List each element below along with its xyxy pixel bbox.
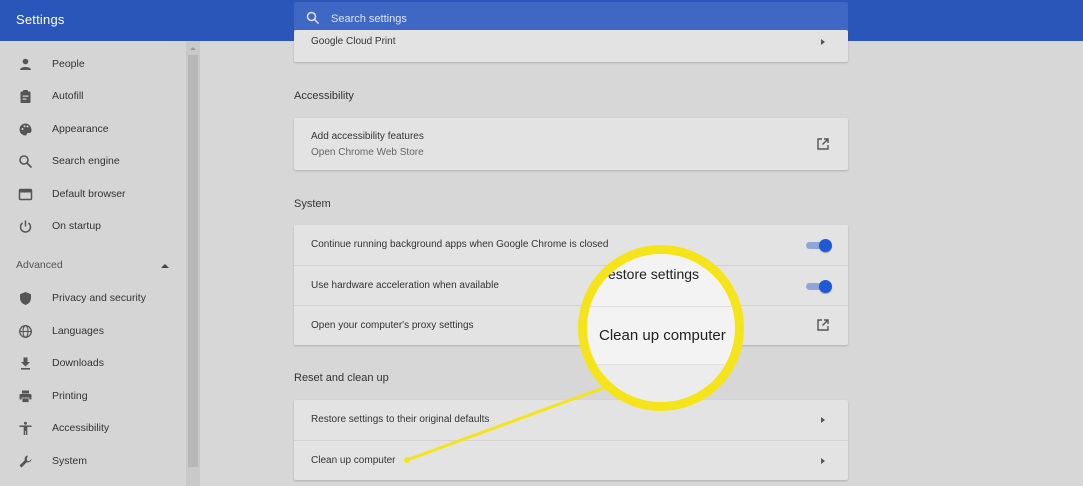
hardware-acceleration-row[interactable]: Use hardware acceleration when available: [294, 265, 848, 305]
open-external-icon[interactable]: [816, 137, 830, 151]
magnifier-divider: [587, 306, 735, 307]
sidebar-item-system[interactable]: System: [0, 447, 186, 475]
download-icon: [21, 357, 30, 370]
system-section-title: System: [294, 198, 331, 210]
magnifier-top-row: estore settings: [587, 254, 735, 304]
open-external-icon[interactable]: [816, 318, 830, 332]
toggle-knob: [819, 239, 832, 252]
sidebar-item-label: Privacy and security: [52, 292, 146, 304]
sidebar-scrollbar-thumb[interactable]: [188, 55, 198, 467]
magnifier-restore-text: estore settings: [608, 266, 700, 282]
magnifier-shadow: [587, 364, 735, 402]
background-apps-toggle[interactable]: [806, 238, 832, 252]
sidebar-item-label: Downloads: [52, 357, 104, 369]
sidebar-item-label: Search engine: [52, 155, 120, 167]
chrome-web-store-label: Open Chrome Web Store: [311, 147, 424, 158]
cloud-print-row[interactable]: Google Cloud Print: [294, 22, 848, 62]
magnifier-clean-up-text: Clean up computer: [599, 327, 726, 344]
accessibility-card: Add accessibility features Open Chrome W…: [294, 118, 848, 170]
sidebar-item-label: Printing: [52, 390, 88, 402]
sidebar-item-label: Accessibility: [52, 422, 110, 434]
search-icon: [19, 154, 33, 168]
sidebar-item-accessibility[interactable]: Accessibility: [0, 414, 186, 442]
power-icon: [19, 220, 32, 233]
restore-settings-row[interactable]: Restore settings to their original defau…: [294, 400, 848, 440]
sidebar-item-autofill[interactable]: Autofill: [0, 82, 186, 110]
sidebar-item-label: People: [52, 58, 85, 70]
palette-icon: [19, 123, 32, 135]
person-icon: [20, 58, 31, 70]
sidebar-item-languages[interactable]: Languages: [0, 317, 186, 345]
sidebar-item-label: Default browser: [52, 188, 126, 200]
browser-icon: [18, 188, 33, 200]
hardware-acceleration-label: Use hardware acceleration when available: [311, 280, 499, 291]
sidebar-item-label: On startup: [52, 220, 102, 232]
sidebar-item-search-engine[interactable]: Search engine: [0, 147, 186, 175]
sidebar-item-label: Appearance: [52, 123, 109, 135]
accessibility-icon: [19, 421, 32, 435]
reset-card: Restore settings to their original defau…: [294, 400, 848, 480]
cloud-print-card: Google Cloud Print: [294, 30, 848, 62]
sidebar-item-printing[interactable]: Printing: [0, 382, 186, 410]
globe-icon: [19, 324, 32, 338]
sidebar-item-people[interactable]: People: [0, 50, 186, 78]
clean-up-computer-row[interactable]: Clean up computer: [294, 440, 848, 480]
advanced-label: Advanced: [16, 259, 63, 271]
scroll-up-icon[interactable]: [190, 47, 196, 50]
accessibility-section-title: Accessibility: [294, 90, 354, 102]
sidebar: People Autofill Appearance Search engine…: [0, 41, 200, 486]
hardware-acceleration-toggle[interactable]: [806, 279, 832, 293]
printer-icon: [19, 390, 32, 403]
sidebar-item-appearance[interactable]: Appearance: [0, 115, 186, 143]
chevron-right-icon: [821, 417, 825, 423]
sidebar-item-privacy[interactable]: Privacy and security: [0, 284, 186, 312]
cloud-print-label: Google Cloud Print: [311, 36, 396, 47]
background-apps-row[interactable]: Continue running background apps when Go…: [294, 225, 848, 265]
system-card: Continue running background apps when Go…: [294, 225, 848, 345]
sidebar-item-label: System: [52, 455, 88, 467]
chevron-right-icon: [821, 458, 825, 464]
toggle-knob: [819, 280, 832, 293]
reset-section-title: Reset and clean up: [294, 372, 389, 384]
sidebar-item-default-browser[interactable]: Default browser: [0, 180, 186, 208]
shield-icon: [20, 291, 31, 305]
clipboard-icon: [20, 89, 31, 103]
sidebar-item-on-startup[interactable]: On startup: [0, 212, 186, 240]
sidebar-item-downloads[interactable]: Downloads: [0, 349, 186, 377]
chevron-up-icon: [161, 264, 169, 268]
restore-settings-label: Restore settings to their original defau…: [311, 414, 490, 425]
proxy-settings-label: Open your computer's proxy settings: [311, 320, 474, 331]
add-accessibility-label: Add accessibility features: [311, 131, 424, 142]
sidebar-item-label: Autofill: [52, 90, 84, 102]
background-apps-label: Continue running background apps when Go…: [311, 239, 609, 250]
proxy-settings-row[interactable]: Open your computer's proxy settings: [294, 305, 848, 345]
sidebar-item-label: Languages: [52, 325, 104, 337]
wrench-icon: [19, 455, 32, 467]
advanced-toggle[interactable]: Advanced: [0, 252, 186, 278]
clean-up-computer-label: Clean up computer: [311, 455, 396, 466]
chevron-right-icon: [821, 39, 825, 45]
add-accessibility-row[interactable]: Add accessibility features Open Chrome W…: [294, 118, 848, 170]
app-title: Settings: [16, 12, 65, 27]
magnifier-callout: estore settings Clean up computer: [578, 245, 744, 411]
